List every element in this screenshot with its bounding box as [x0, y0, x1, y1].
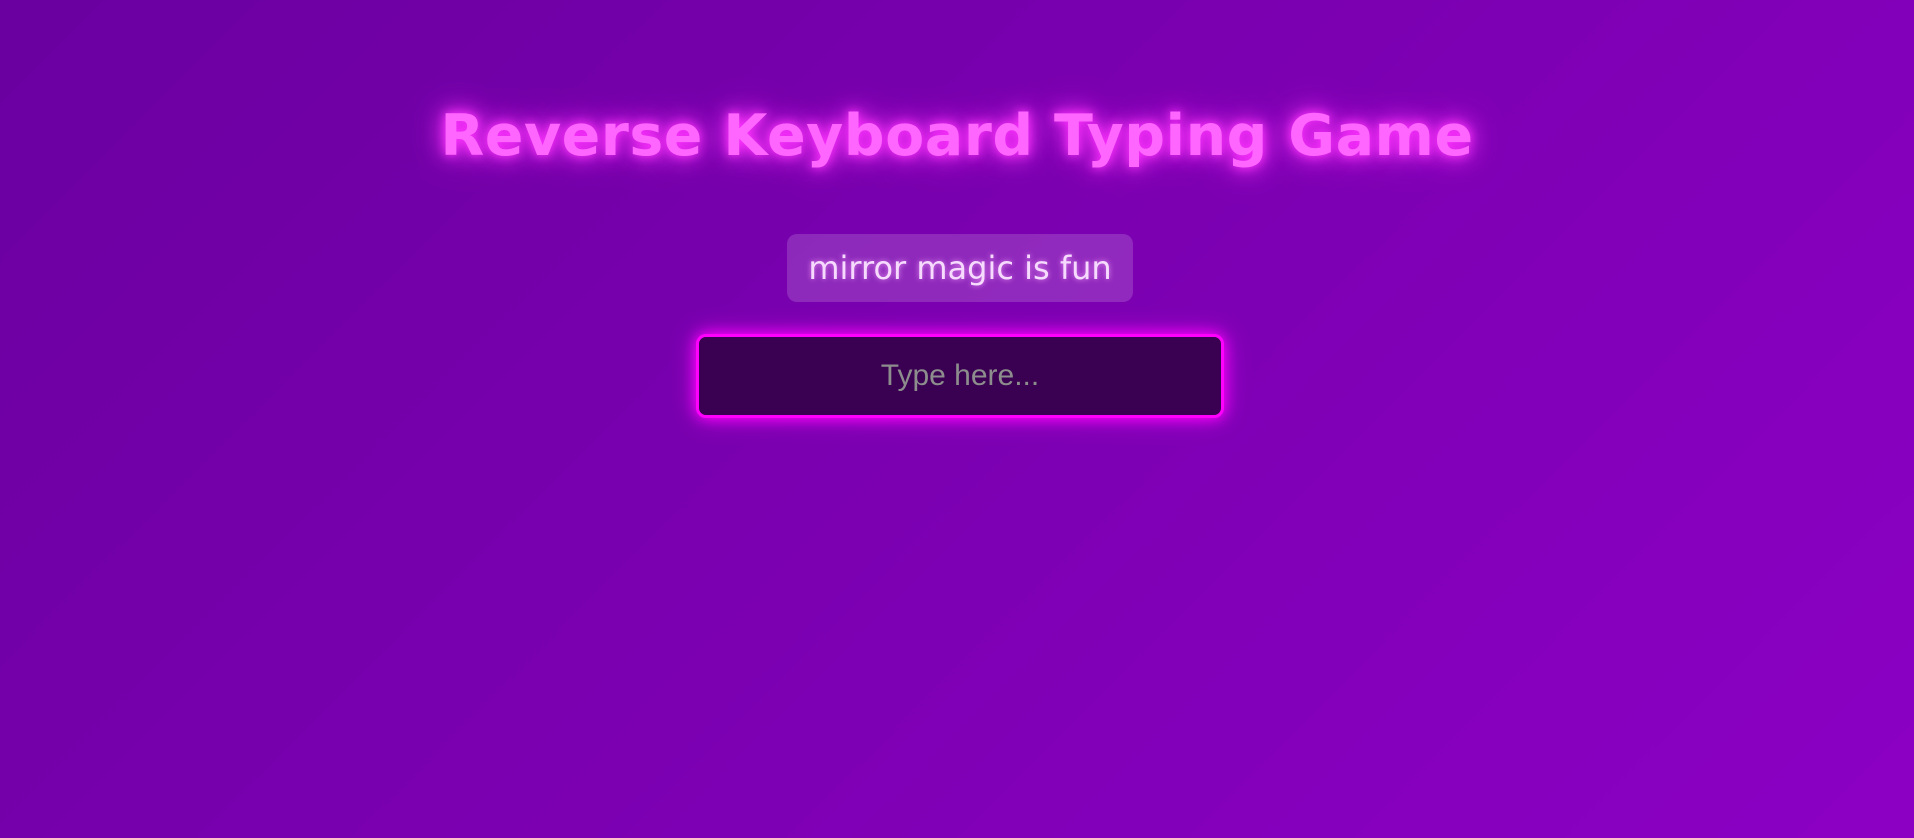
game-title: Reverse Keyboard Typing Game [440, 103, 1474, 169]
game-container: Reverse Keyboard Typing Game mirror magi… [0, 0, 1914, 838]
typing-input[interactable] [696, 334, 1224, 418]
target-phrase: mirror magic is fun [787, 234, 1133, 302]
